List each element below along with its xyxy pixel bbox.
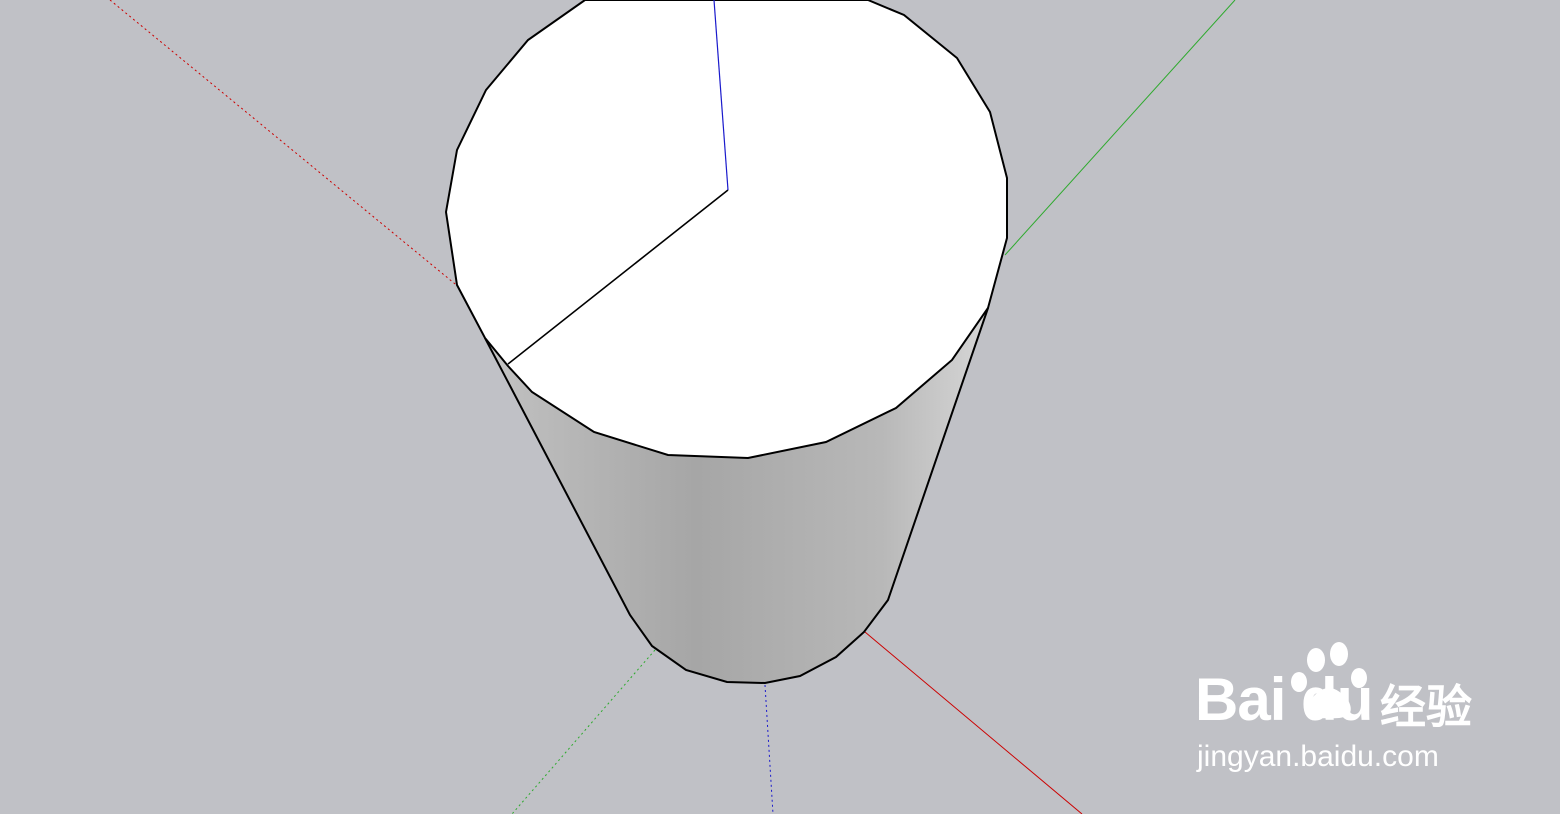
- blue-axis-negative: [764, 684, 774, 814]
- model-viewport[interactable]: [0, 0, 1560, 814]
- red-axis-negative: [109, 0, 461, 289]
- red-axis-positive: [864, 631, 1083, 814]
- green-axis-positive: [1004, 0, 1236, 256]
- green-axis-negative: [511, 649, 656, 814]
